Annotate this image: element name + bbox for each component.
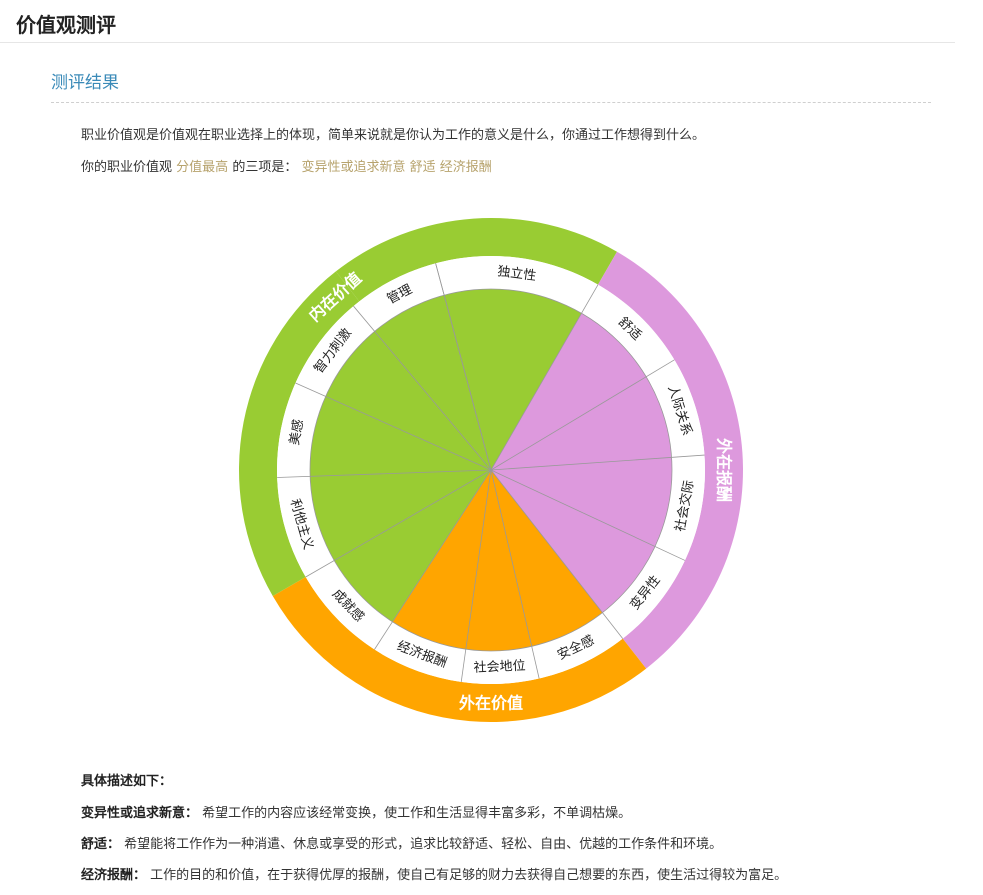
- detail-text: 希望工作的内容应该经常变换，使工作和生活显得丰富多彩，不单调枯燥。: [202, 806, 632, 821]
- value-wheel-chart: 独立性舒适人际关系社会交际变异性安全感社会地位经济报酬成就感利他主义美感智力刺激…: [239, 218, 744, 723]
- detail-row: 变异性或追求新意： 希望工作的内容应该经常变换，使工作和生活显得丰富多彩，不单调…: [81, 802, 631, 821]
- detail-row: 经济报酬： 工作的目的和价值，在于获得优厚的报酬，使自己有足够的财力去获得自己想…: [81, 864, 787, 883]
- detail-text: 工作的目的和价值，在于获得优厚的报酬，使自己有足够的财力去获得自己想要的东西，使…: [150, 868, 788, 883]
- group-label: 外在价值: [458, 694, 523, 713]
- group-label: 外在报酬: [715, 437, 734, 502]
- detail-term: 经济报酬：: [81, 868, 147, 883]
- detail-term: 舒适：: [81, 837, 121, 852]
- value-label: 社会地位: [473, 658, 526, 676]
- detail-row: 舒适： 希望能将工作作为一种消遣、休息或享受的形式，追求比较舒适、轻松、自由、优…: [81, 833, 722, 852]
- detail-text: 希望能将工作作为一种消遣、休息或享受的形式，追求比较舒适、轻松、自由、优越的工作…: [124, 837, 723, 852]
- detail-term: 变异性或追求新意：: [81, 806, 199, 821]
- details-heading: 具体描述如下：: [81, 774, 173, 789]
